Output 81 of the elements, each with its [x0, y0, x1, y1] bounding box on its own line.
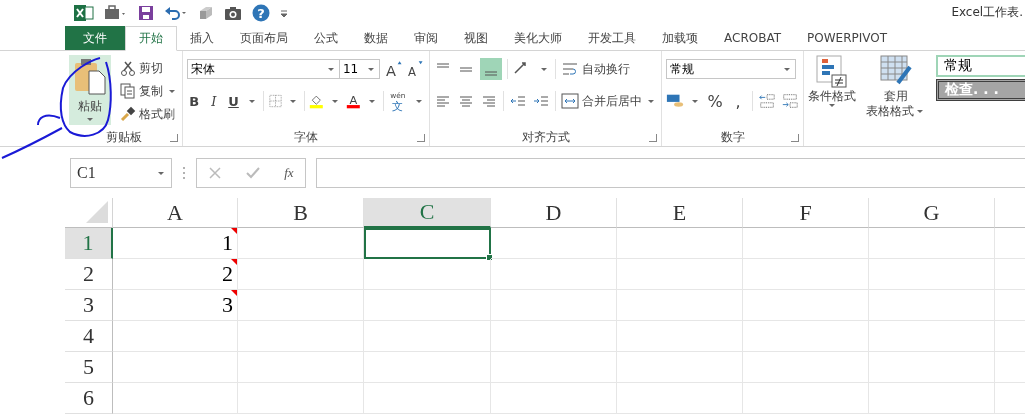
- cut-button[interactable]: 剪切: [120, 58, 178, 78]
- table-cell: 3: [113, 290, 238, 321]
- row-header[interactable]: 5: [65, 352, 113, 383]
- clipboard-icon: [73, 57, 107, 95]
- decrease-decimal-icon[interactable]: [780, 91, 799, 111]
- ribbon-tab[interactable]: 美化大师: [501, 26, 575, 50]
- column-header[interactable]: E: [617, 198, 743, 228]
- align-bottom-icon[interactable]: [480, 58, 502, 80]
- row-header[interactable]: 2: [65, 259, 113, 290]
- dialog-launcher-icon[interactable]: [170, 134, 178, 142]
- ribbon-tab[interactable]: 数据: [351, 26, 401, 50]
- cancel-icon[interactable]: [208, 166, 223, 180]
- ribbon-tab[interactable]: 插入: [177, 26, 227, 50]
- wrap-text-button[interactable]: 自动换行: [561, 59, 630, 79]
- underline-button[interactable]: U: [226, 91, 241, 111]
- undo-icon[interactable]: [164, 4, 188, 21]
- dialog-launcher-icon[interactable]: [791, 134, 799, 142]
- normal-cell-style[interactable]: 常规: [936, 55, 1025, 77]
- conditional-formatting-icon: [816, 55, 848, 89]
- scissors-icon: [120, 59, 136, 77]
- ribbon-tab[interactable]: 开发工具: [575, 26, 649, 50]
- copy-button[interactable]: 复制: [120, 81, 178, 101]
- format-as-table-button[interactable]: 套用 表格格式: [866, 55, 926, 119]
- conditional-formatting-button[interactable]: 条件格式: [808, 55, 856, 107]
- increase-decimal-icon[interactable]: [757, 91, 776, 111]
- italic-button[interactable]: I: [206, 91, 222, 111]
- group-label: 字体: [294, 128, 318, 146]
- currency-icon[interactable]: [666, 92, 684, 110]
- group-label: 对齐方式: [521, 128, 570, 146]
- merge-center-button[interactable]: 合并后居中: [561, 91, 657, 111]
- wrap-text-icon: [561, 61, 579, 77]
- bold-button[interactable]: B: [187, 91, 202, 111]
- group-label: 剪贴板: [105, 128, 142, 146]
- paintbrush-icon: [120, 106, 136, 122]
- dialog-launcher-icon[interactable]: [417, 134, 425, 142]
- column-header[interactable]: G: [869, 198, 995, 228]
- column-header[interactable]: F: [743, 198, 869, 228]
- customize-caret-icon[interactable]: [280, 8, 288, 17]
- eraser-icon[interactable]: [198, 4, 214, 21]
- name-box[interactable]: C1: [70, 158, 172, 188]
- check-icon[interactable]: [245, 166, 262, 180]
- file-tab[interactable]: 文件: [65, 26, 125, 50]
- table-cell: 1: [113, 228, 238, 259]
- ribbon-tab[interactable]: 视图: [451, 26, 501, 50]
- phonetic-guide-icon[interactable]: wén 文: [388, 88, 408, 114]
- formula-input[interactable]: [316, 158, 1025, 188]
- copy-icon: [120, 83, 136, 99]
- camera-icon[interactable]: [224, 4, 242, 21]
- ribbon-tab[interactable]: 审阅: [401, 26, 451, 50]
- ribbon-tab[interactable]: 公式: [301, 26, 351, 50]
- ribbon-tab[interactable]: 加载项: [649, 26, 711, 50]
- format-painter-button[interactable]: 格式刷: [120, 104, 178, 124]
- font-size-dropdown[interactable]: 11: [338, 59, 380, 79]
- ribbon-tab[interactable]: POWERPIVOT: [794, 26, 900, 50]
- number-format-dropdown[interactable]: 常规: [666, 59, 796, 79]
- percent-button[interactable]: %: [706, 91, 725, 111]
- group-label: 数字: [720, 128, 745, 146]
- grip-icon: [182, 166, 186, 180]
- column-header[interactable]: C: [364, 198, 491, 228]
- row-header[interactable]: 3: [65, 290, 113, 321]
- save-icon[interactable]: [138, 4, 154, 21]
- ribbon-tab[interactable]: 页面布局: [227, 26, 301, 50]
- ribbon-tab[interactable]: 开始: [125, 26, 177, 51]
- merge-cells-icon: [561, 93, 579, 109]
- column-header[interactable]: A: [113, 198, 238, 228]
- comma-style-button[interactable]: ,: [729, 91, 748, 111]
- toolbox-icon[interactable]: [104, 4, 128, 21]
- dialog-launcher-icon[interactable]: [649, 134, 657, 142]
- excel-logo-icon[interactable]: [74, 3, 94, 22]
- row-header[interactable]: 6: [65, 383, 113, 414]
- help-icon[interactable]: ?: [252, 3, 270, 22]
- borders-icon[interactable]: [268, 93, 282, 109]
- row-header[interactable]: 4: [65, 321, 113, 352]
- paste-button[interactable]: 粘贴: [69, 55, 111, 125]
- ribbon-tab[interactable]: ACROBAT: [711, 26, 794, 50]
- insert-function-button[interactable]: fx: [284, 165, 294, 181]
- table-cell: 2: [113, 259, 238, 290]
- column-header[interactable]: D: [491, 198, 617, 228]
- row-header[interactable]: 1: [65, 228, 113, 259]
- window-title: Excel工作表.: [951, 4, 1024, 21]
- font-name-dropdown[interactable]: 宋体: [187, 59, 340, 79]
